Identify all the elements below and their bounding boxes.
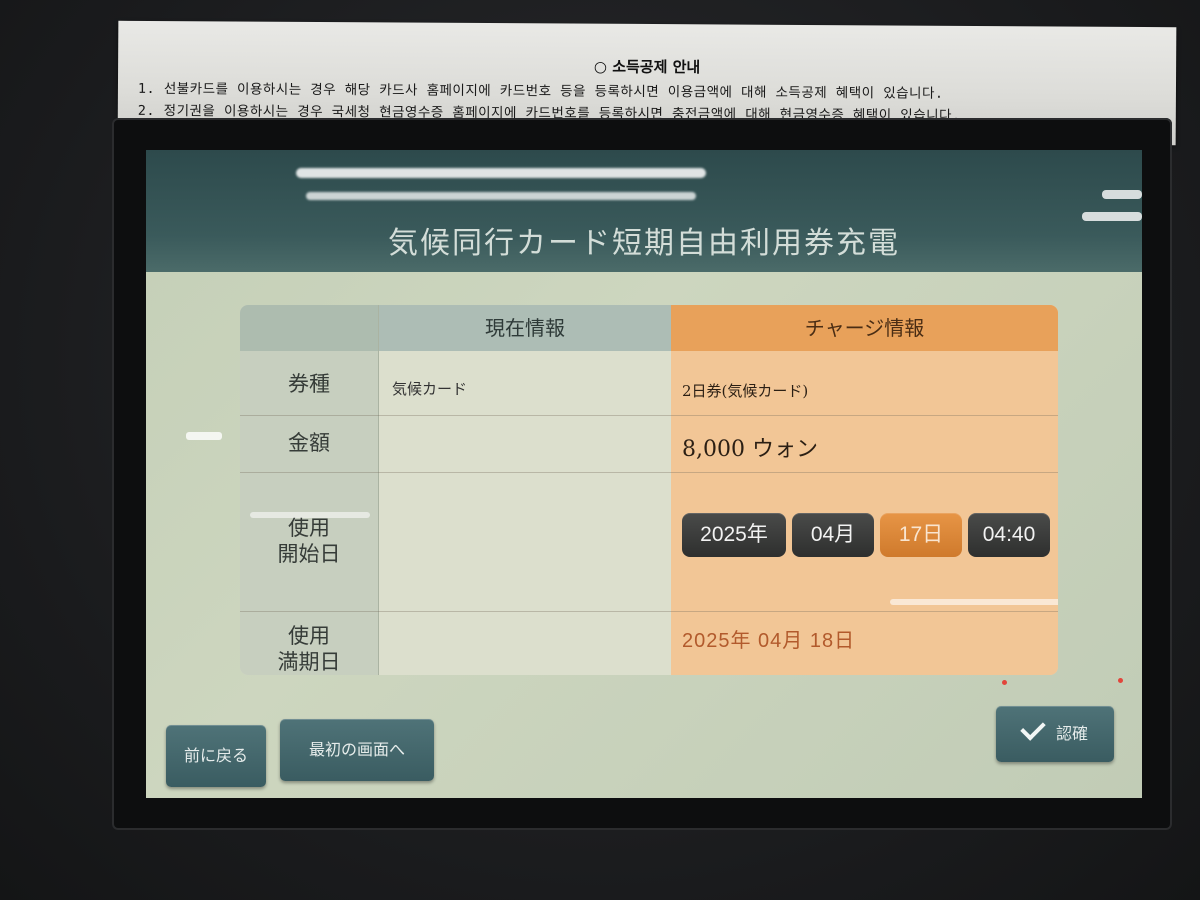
start-label-line-1: 使用	[288, 516, 330, 540]
light-reflection	[306, 192, 696, 200]
charge-amount: 8,000 ウォン	[682, 437, 818, 462]
indicator-dot	[1002, 680, 1007, 685]
charge-ticket-type: 2日券(気候カード)	[682, 382, 809, 400]
row-label-expiry-date: 使用 満期日	[240, 623, 378, 675]
check-icon	[1020, 715, 1046, 741]
back-button[interactable]: 前に戻る	[166, 725, 266, 787]
row-label-amount: 金額	[288, 431, 330, 455]
kiosk-photo: ○ 소득공제 안내 1. 선불카드를 이용하시는 경우 해당 카드사 홈페이지에…	[0, 0, 1200, 900]
row-divider	[240, 415, 1058, 416]
current-info-column	[379, 305, 671, 675]
page-title: 気候同行カード短期自由利用券充電	[388, 226, 900, 261]
row-divider	[240, 472, 1058, 473]
kiosk-screen: 気候同行カード短期自由利用券充電 現在情報 チャージ情報 券種 気候カード 2日…	[146, 150, 1142, 798]
home-screen-button[interactable]: 最初の画面へ	[280, 719, 434, 781]
expiry-label-line-2: 満期日	[277, 650, 341, 674]
indicator-dot	[1118, 678, 1123, 683]
start-month-selector[interactable]: 04月	[792, 513, 874, 557]
start-year-selector[interactable]: 2025年	[682, 513, 786, 557]
expiry-label-line-1: 使用	[288, 624, 330, 648]
light-reflection	[296, 168, 706, 178]
screen-header: 気候同行カード短期自由利用券充電	[146, 150, 1142, 272]
confirm-label: 認確	[1055, 724, 1088, 743]
row-divider	[240, 611, 1058, 612]
start-label-line-2: 開始日	[277, 542, 341, 566]
confirm-button[interactable]: 認確	[996, 706, 1114, 762]
start-day-selector[interactable]: 17日	[880, 513, 962, 557]
row-label-start-date: 使用 開始日	[240, 515, 378, 567]
light-reflection	[250, 512, 370, 518]
header-charge-info: チャージ情報	[671, 305, 1058, 351]
charge-info-table: 現在情報 チャージ情報 券種 気候カード 2日券(気候カード) 金額 8,000…	[240, 305, 1058, 675]
light-reflection	[890, 599, 1058, 605]
header-label-cell	[240, 305, 378, 351]
expiry-date-value: 2025年 04月 18日	[682, 630, 856, 652]
label-column	[240, 305, 379, 675]
notice-title: ○ 소득공제 안내	[593, 57, 701, 77]
light-reflection	[1102, 190, 1142, 199]
current-ticket-type: 気候カード	[392, 380, 468, 398]
charge-info-column	[671, 305, 1058, 675]
start-time-selector[interactable]: 04:40	[968, 513, 1050, 557]
row-label-ticket-type: 券種	[288, 372, 330, 396]
light-reflection	[186, 432, 222, 440]
header-current-info: 現在情報	[379, 305, 671, 351]
